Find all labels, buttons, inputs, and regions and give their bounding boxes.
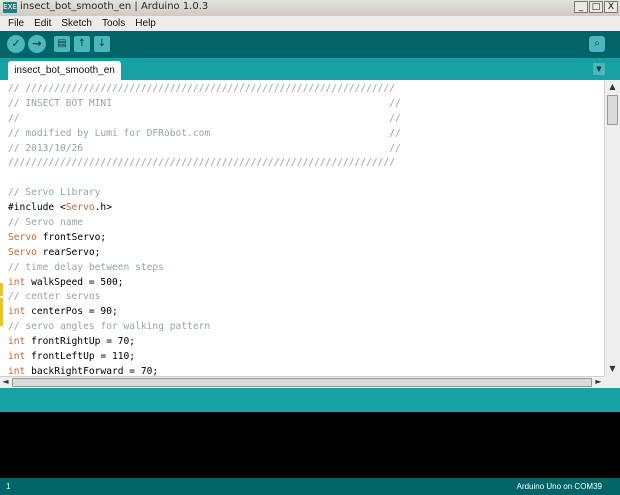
code-line[interactable]: // servo angles for walking pattern <box>8 320 604 335</box>
code-token: // Servo Library <box>8 187 101 199</box>
close-button[interactable]: X <box>604 1 618 13</box>
code-token: frontLeftUp = 110; <box>25 351 136 363</box>
code-token: // INSECT BOT MINI // <box>8 97 401 109</box>
horizontal-scrollbar[interactable]: ◄ ► <box>0 376 604 388</box>
code-line[interactable]: // INSECT BOT MINI // <box>8 97 604 112</box>
tab-strip: insect_bot_smooth_en ▼ <box>0 58 620 80</box>
code-token: frontServo; <box>36 231 107 243</box>
code-token: #include < <box>8 202 66 214</box>
scroll-down-icon[interactable]: ▼ <box>605 362 620 376</box>
code-line[interactable]: int walkSpeed = 500; <box>8 276 604 291</box>
scroll-left-icon[interactable]: ◄ <box>0 375 11 389</box>
menu-bar: File Edit Sketch Tools Help <box>0 16 620 31</box>
code-token: // modified by Lumi for DFRobot.com // <box>8 127 401 139</box>
code-line[interactable]: Servo rearServo; <box>8 246 604 261</box>
menu-tools[interactable]: Tools <box>102 18 125 29</box>
scroll-up-icon[interactable]: ▲ <box>605 80 620 94</box>
code-token: centerPos = 90; <box>25 306 118 318</box>
code-line[interactable]: #include <Servo.h> <box>8 201 604 216</box>
minimize-button[interactable]: _ <box>574 1 588 13</box>
code-line[interactable]: // modified by Lumi for DFRobot.com // <box>8 127 604 142</box>
verify-icon[interactable]: ✓ <box>7 35 25 53</box>
open-sketch-icon[interactable]: ↑ <box>74 36 90 52</box>
code-line[interactable]: // Servo name <box>8 216 604 231</box>
menu-help[interactable]: Help <box>135 18 156 29</box>
code-token: backRightForward = 70; <box>25 365 159 376</box>
horizontal-scroll-thumb[interactable] <box>12 378 592 387</box>
code-token: rearServo; <box>36 246 101 258</box>
code-line[interactable]: // center servos <box>8 290 604 305</box>
code-line[interactable]: int frontLeftUp = 110; <box>8 350 604 365</box>
code-token: // // <box>8 112 401 124</box>
code-line[interactable]: int backRightForward = 70; <box>8 365 604 376</box>
serial-monitor-icon[interactable]: ⌕ <box>589 36 605 52</box>
code-line[interactable]: // /////////////////////////////////////… <box>8 82 604 97</box>
scrollbar-corner <box>604 376 620 388</box>
new-sketch-icon[interactable]: ▤ <box>54 36 70 52</box>
code-token: int <box>8 351 26 363</box>
code-token: // Servo name <box>8 217 84 229</box>
window-controls: _ □ X <box>574 1 618 13</box>
save-sketch-icon[interactable]: ↓ <box>94 36 110 52</box>
console-output[interactable] <box>0 412 620 478</box>
tab-menu-icon[interactable]: ▼ <box>593 63 605 75</box>
code-token: Servo <box>8 231 37 243</box>
vertical-scroll-thumb[interactable] <box>607 95 618 125</box>
code-token: .h> <box>94 202 112 214</box>
line-number: 1 <box>6 482 11 491</box>
code-editor[interactable]: // // ///////////////////////////////////… <box>0 80 604 376</box>
code-line[interactable]: ////////////////////////////////////////… <box>8 156 604 171</box>
message-bar <box>0 388 620 412</box>
menu-file[interactable]: File <box>8 18 24 29</box>
code-line[interactable]: int frontRightUp = 70; <box>8 335 604 350</box>
code-token: int <box>8 306 26 318</box>
code-token: // /////////////////////////////////////… <box>8 83 395 94</box>
scroll-right-icon[interactable]: ► <box>593 375 604 389</box>
title-bar: EXE insect_bot_smooth_en | Arduino 1.0.3… <box>0 0 620 17</box>
code-token: // time delay between steps <box>8 261 164 273</box>
toolbar: ✓ → ▤ ↑ ↓ ⌕ <box>0 31 620 58</box>
code-token: int <box>8 276 26 288</box>
board-port-label: Arduino Uno on COM39 <box>516 482 602 491</box>
code-token: // center servos <box>8 291 101 303</box>
code-text[interactable]: // // ///////////////////////////////////… <box>8 82 604 376</box>
window-title: insect_bot_smooth_en | Arduino 1.0.3 <box>20 1 209 12</box>
app-icon: EXE <box>3 2 17 13</box>
code-line[interactable]: // Servo Library <box>8 186 604 201</box>
code-token: // 2013/10/26 // <box>8 142 401 154</box>
code-token: frontRightUp = 70; <box>25 336 136 348</box>
code-token: Servo <box>8 246 37 258</box>
vertical-scrollbar[interactable]: ▲ ▼ <box>604 80 620 376</box>
code-line[interactable]: // 2013/10/26 // <box>8 142 604 157</box>
menu-sketch[interactable]: Sketch <box>61 18 92 29</box>
gutter-marker <box>0 283 3 296</box>
code-line[interactable] <box>8 171 604 186</box>
code-line[interactable]: Servo frontServo; <box>8 231 604 246</box>
code-line[interactable]: int centerPos = 90; <box>8 305 604 320</box>
code-line[interactable]: // time delay between steps <box>8 261 604 276</box>
menu-edit[interactable]: Edit <box>34 18 51 29</box>
status-bar: 1 Arduino Uno on COM39 <box>0 478 620 495</box>
code-token: // servo angles for walking pattern <box>8 321 211 333</box>
upload-icon[interactable]: → <box>28 35 46 53</box>
code-token: walkSpeed = 500; <box>25 276 124 288</box>
code-line[interactable]: // // <box>8 112 604 127</box>
code-token: ////////////////////////////////////////… <box>8 157 395 169</box>
code-token: Servo <box>65 202 95 214</box>
maximize-button[interactable]: □ <box>589 1 603 13</box>
code-token: int <box>8 336 26 348</box>
tab-insect-bot-smooth-en[interactable]: insect_bot_smooth_en <box>8 61 121 80</box>
gutter-marker <box>0 298 3 326</box>
